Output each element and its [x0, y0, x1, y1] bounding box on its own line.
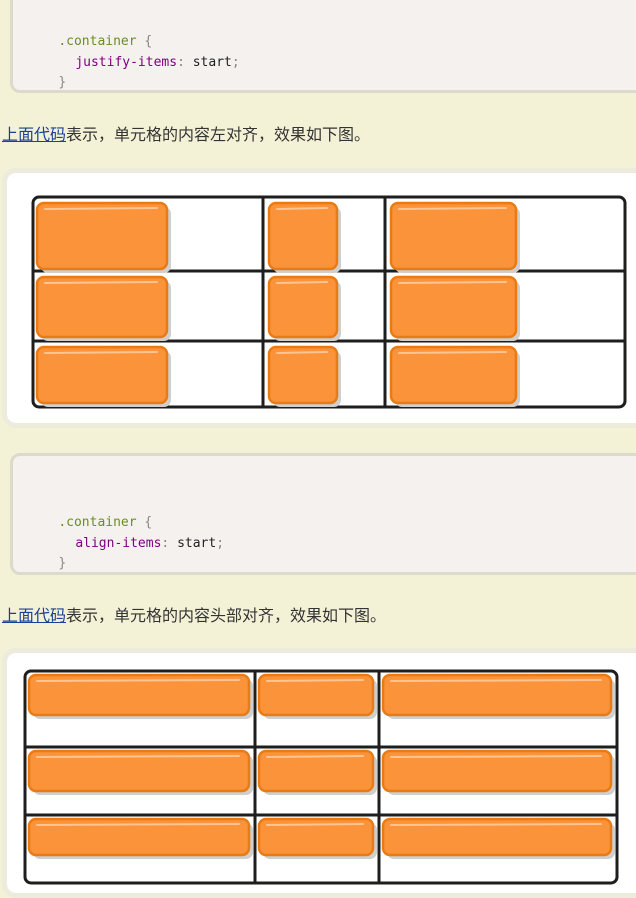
code-property: justify-items: [75, 55, 178, 70]
figure-align-items-start: [2, 648, 636, 898]
code-property: align-items: [75, 536, 162, 551]
grid-item: [267, 345, 341, 407]
paragraph-2: 上面代码表示，单元格的内容头部对齐，效果如下图。: [2, 602, 386, 626]
grid-item: [389, 275, 520, 341]
code-semicolon: ;: [216, 536, 225, 551]
grid-illustration: [23, 669, 619, 885]
grid-item: [267, 201, 341, 273]
grid-item: [257, 817, 377, 859]
grid-item: [27, 749, 253, 795]
code-close-brace: }: [58, 75, 67, 90]
code-colon: :: [177, 55, 185, 70]
grid-item: [35, 201, 171, 273]
code-block-2: .container { align-items: start; }: [10, 453, 636, 575]
grid-item: [267, 275, 341, 341]
code-colon: :: [161, 536, 170, 551]
figure-justify-items-start: [2, 168, 636, 428]
grid-item: [381, 673, 615, 719]
paragraph-text: 表示，单元格的内容头部对齐，效果如下图。: [66, 606, 387, 625]
code-link[interactable]: 上面代码: [2, 606, 66, 625]
code-link[interactable]: 上面代码: [2, 125, 66, 144]
code-close-brace: }: [58, 556, 67, 571]
grid-item: [381, 817, 615, 859]
code-value: start: [192, 55, 232, 70]
grid-item: [35, 275, 171, 341]
code-block-1: .container { justify-items: start; }: [10, 0, 636, 93]
grid-item: [35, 345, 171, 407]
grid-item: [257, 749, 377, 795]
grid-item: [381, 749, 615, 795]
code-value: start: [177, 536, 217, 551]
grid-item: [389, 201, 520, 273]
paragraph-1: 上面代码表示，单元格的内容左对齐，效果如下图。: [2, 121, 370, 145]
grid-illustration: [31, 195, 627, 409]
grid-item: [257, 673, 377, 719]
code-semicolon: ;: [231, 55, 240, 70]
paragraph-text: 表示，单元格的内容左对齐，效果如下图。: [66, 125, 371, 144]
grid-item: [27, 817, 253, 859]
grid-item: [27, 673, 253, 719]
grid-item: [389, 345, 520, 407]
